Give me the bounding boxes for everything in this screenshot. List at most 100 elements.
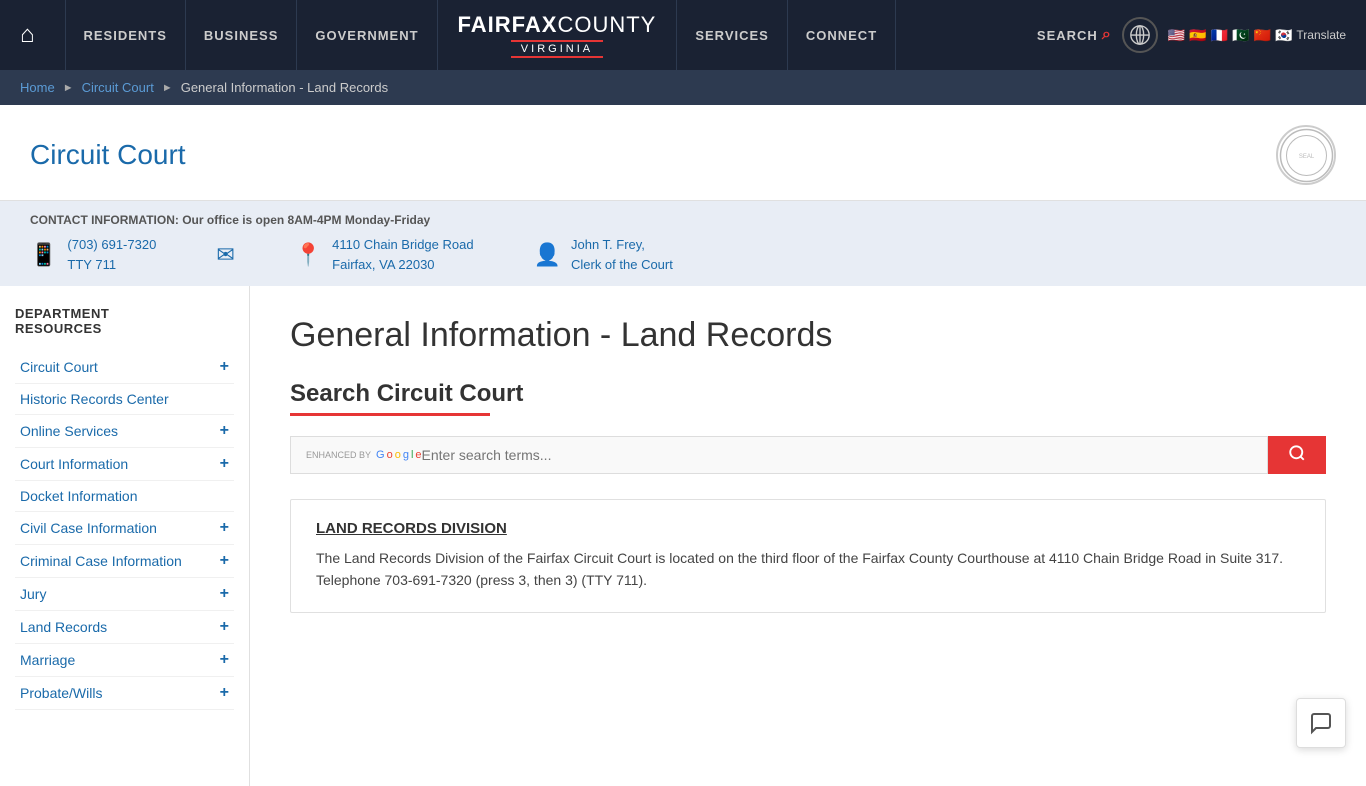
plus-icon-online: + (220, 422, 229, 440)
phone-icon: 📱 (30, 242, 57, 268)
contact-email[interactable]: ✉ (216, 242, 234, 268)
contact-clerk: 👤 John T. Frey, Clerk of the Court (534, 235, 673, 274)
sidebar-label-online-services: Online Services (20, 423, 118, 439)
flag-cn[interactable]: 🇨🇳 (1254, 27, 1271, 44)
breadcrumb-current: General Information - Land Records (181, 80, 388, 95)
clerk-title: Clerk of the Court (571, 255, 673, 275)
sidebar-item-criminal-case[interactable]: Criminal Case Information + (15, 545, 234, 578)
sidebar-item-historic-records[interactable]: Historic Records Center (15, 384, 234, 415)
nav-links: RESIDENTS BUSINESS GOVERNMENT (65, 0, 438, 70)
sidebar-label-land-records: Land Records (20, 619, 107, 635)
sidebar-label-marriage: Marriage (20, 652, 75, 668)
clerk-name: John T. Frey, (571, 235, 673, 255)
phone-number[interactable]: (703) 691-7320 (67, 235, 156, 255)
nav-government[interactable]: GOVERNMENT (297, 0, 437, 70)
flag-es[interactable]: 🇪🇸 (1189, 27, 1206, 44)
main-content: General Information - Land Records Searc… (250, 286, 1366, 786)
plus-icon-criminal: + (220, 552, 229, 570)
site-logo: FAIRFAXCOUNTY VIRGINIA (458, 12, 657, 58)
sidebar-label-jury: Jury (20, 586, 46, 602)
sidebar-label-criminal-case: Criminal Case Information (20, 553, 182, 569)
search-container: ENHANCED BY Google (290, 436, 1326, 474)
page-title: Circuit Court (30, 139, 186, 171)
contact-bar: CONTACT INFORMATION: Our office is open … (0, 201, 1366, 286)
sidebar-label-court-information: Court Information (20, 456, 128, 472)
nav-business[interactable]: BUSINESS (186, 0, 297, 70)
chat-widget[interactable] (1296, 698, 1346, 748)
search-button[interactable] (1268, 436, 1326, 474)
location-icon: 📍 (295, 242, 322, 268)
logo-virginia: VIRGINIA (511, 40, 603, 58)
content-title: General Information - Land Records (290, 316, 1326, 355)
breadcrumb: Home ► Circuit Court ► General Informati… (0, 70, 1366, 105)
address-line2: Fairfax, VA 22030 (332, 255, 473, 275)
nav-right-section: SEARCH ⌕ 🇺🇸 🇪🇸 🇫🇷 🇵🇰 🇨🇳 🇰🇷 Translate (1037, 17, 1346, 53)
svg-text:SEAL: SEAL (1298, 154, 1314, 160)
card-title: LAND RECORDS DIVISION (316, 520, 1300, 537)
plus-icon-marriage: + (220, 651, 229, 669)
sidebar-item-circuit-court[interactable]: Circuit Court + (15, 351, 234, 384)
nav-services[interactable]: SERVICES (676, 0, 788, 70)
flag-pk[interactable]: 🇵🇰 (1232, 27, 1249, 44)
top-navigation: ⌂ RESIDENTS BUSINESS GOVERNMENT FAIRFAXC… (0, 0, 1366, 70)
plus-icon-land: + (220, 618, 229, 636)
main-layout: DEPARTMENT RESOURCES Circuit Court + His… (0, 286, 1366, 786)
address-text: 4110 Chain Bridge Road Fairfax, VA 22030 (332, 235, 473, 274)
sidebar-item-civil-case[interactable]: Civil Case Information + (15, 512, 234, 545)
page-header: Circuit Court SEAL (0, 105, 1366, 201)
clerk-text: John T. Frey, Clerk of the Court (571, 235, 673, 274)
sidebar-item-docket-information[interactable]: Docket Information (15, 481, 234, 512)
globe-icon[interactable] (1122, 17, 1158, 53)
sidebar-label-docket-information: Docket Information (20, 488, 138, 504)
flag-fr[interactable]: 🇫🇷 (1211, 27, 1228, 44)
breadcrumb-home[interactable]: Home (20, 80, 55, 95)
flag-us[interactable]: 🇺🇸 (1168, 27, 1185, 44)
search-icon: ⌕ (1102, 26, 1112, 44)
search-section: Search Circuit Court (290, 380, 1326, 416)
nav-residents[interactable]: RESIDENTS (65, 0, 186, 70)
sidebar-item-marriage[interactable]: Marriage + (15, 644, 234, 677)
sidebar-item-court-information[interactable]: Court Information + (15, 448, 234, 481)
contact-phone: 📱 (703) 691-7320 TTY 711 (30, 235, 156, 274)
translate-label[interactable]: Translate (1296, 28, 1346, 42)
sidebar-item-land-records[interactable]: Land Records + (15, 611, 234, 644)
plus-icon-court: + (220, 455, 229, 473)
sidebar-item-online-services[interactable]: Online Services + (15, 415, 234, 448)
search-link[interactable]: SEARCH ⌕ (1037, 26, 1112, 44)
email-icon: ✉ (216, 242, 234, 268)
logo-county: COUNTY (557, 12, 656, 37)
nav-links-right: SERVICES CONNECT (676, 0, 1037, 70)
nav-connect[interactable]: CONNECT (788, 0, 896, 70)
contact-info-label: CONTACT INFORMATION: Our office is open … (30, 213, 1336, 227)
address-line1: 4110 Chain Bridge Road (332, 235, 473, 255)
sidebar-item-jury[interactable]: Jury + (15, 578, 234, 611)
home-icon[interactable]: ⌂ (20, 21, 35, 49)
enhanced-by-label: ENHANCED BY Google (306, 449, 422, 461)
sidebar-item-probate-wills[interactable]: Probate/Wills + (15, 677, 234, 710)
tty-number: TTY 711 (67, 255, 156, 275)
breadcrumb-circuit-court[interactable]: Circuit Court (82, 80, 154, 95)
logo-fairfax: FAIRFAX (458, 12, 558, 37)
plus-icon-probate: + (220, 684, 229, 702)
plus-icon-jury: + (220, 585, 229, 603)
sidebar-label-civil-case: Civil Case Information (20, 520, 157, 536)
plus-icon-civil: + (220, 519, 229, 537)
sidebar-label-probate-wills: Probate/Wills (20, 685, 102, 701)
search-section-title: Search Circuit Court (290, 380, 1326, 408)
search-input[interactable] (422, 447, 1252, 463)
sidebar-label-circuit-court: Circuit Court (20, 359, 98, 375)
county-seal: SEAL (1276, 125, 1336, 185)
phone-text: (703) 691-7320 TTY 711 (67, 235, 156, 274)
land-records-card: LAND RECORDS DIVISION The Land Records D… (290, 499, 1326, 613)
breadcrumb-separator-1: ► (63, 82, 74, 94)
sidebar: DEPARTMENT RESOURCES Circuit Court + His… (0, 286, 250, 786)
flag-kr[interactable]: 🇰🇷 (1275, 27, 1292, 44)
contact-address: 📍 4110 Chain Bridge Road Fairfax, VA 220… (295, 235, 474, 274)
person-icon: 👤 (534, 242, 561, 268)
search-label: SEARCH (1037, 28, 1098, 43)
breadcrumb-separator-2: ► (162, 82, 173, 94)
sidebar-section-title: DEPARTMENT RESOURCES (15, 306, 234, 336)
contact-items: 📱 (703) 691-7320 TTY 711 ✉ 📍 4110 Chain … (30, 235, 1336, 274)
language-flags: 🇺🇸 🇪🇸 🇫🇷 🇵🇰 🇨🇳 🇰🇷 Translate (1168, 27, 1346, 44)
card-body: The Land Records Division of the Fairfax… (316, 547, 1300, 592)
